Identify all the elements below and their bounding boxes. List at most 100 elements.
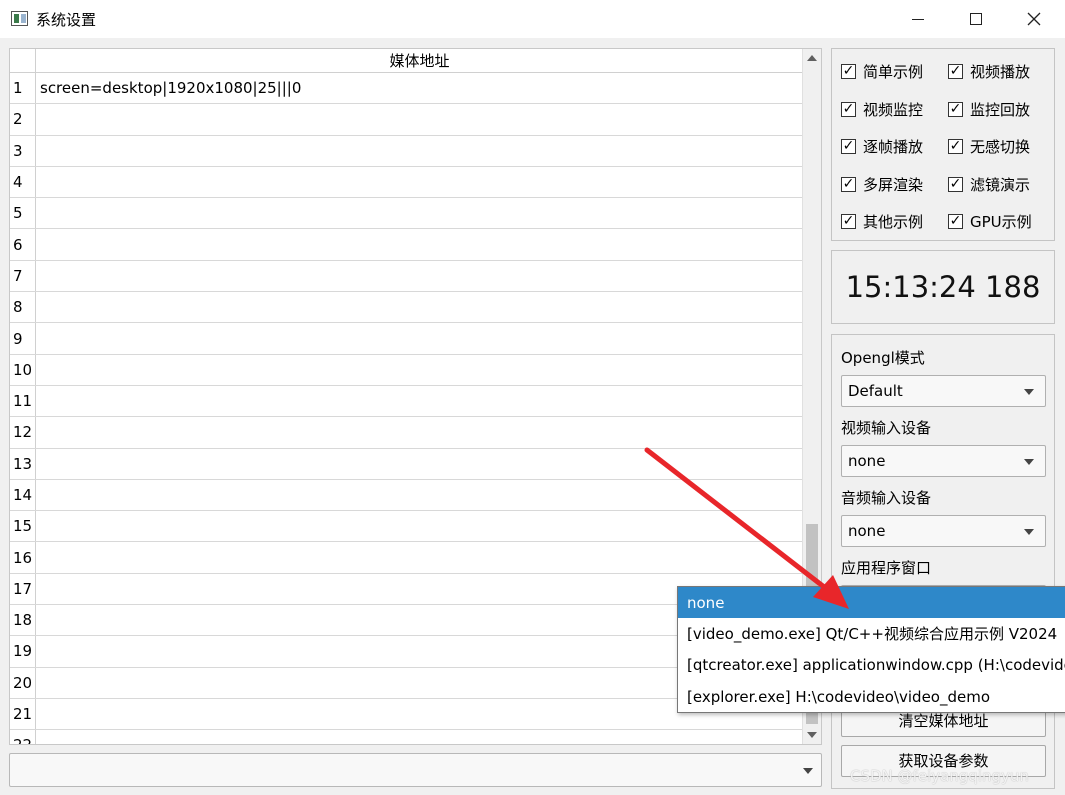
table-row[interactable]: 7 — [10, 260, 803, 293]
dropdown-option[interactable]: none — [678, 587, 1065, 619]
media-url-combo[interactable] — [9, 753, 822, 787]
demo-checkbox[interactable]: ✓ 视频播放 — [948, 61, 1030, 82]
close-button[interactable] — [1005, 0, 1063, 38]
demo-checkbox[interactable]: ✓ 逐帧播放 — [841, 136, 923, 157]
row-number[interactable]: 10 — [10, 354, 36, 385]
row-number[interactable]: 6 — [10, 229, 36, 260]
video-input-select[interactable]: none — [841, 445, 1046, 477]
row-number[interactable]: 11 — [10, 385, 36, 417]
checkbox-check-icon[interactable]: ✓ — [948, 139, 963, 154]
table-cell-media-url[interactable] — [36, 730, 803, 744]
row-number[interactable]: 15 — [10, 511, 36, 542]
window-title: 系统设置 — [36, 11, 97, 29]
table-row[interactable]: 22 — [10, 730, 803, 744]
table-cell-media-url[interactable] — [36, 542, 803, 572]
table-row[interactable]: 2 — [10, 104, 803, 136]
table-row[interactable]: 15 — [10, 511, 803, 543]
demo-checkbox[interactable]: ✓ 监控回放 — [948, 99, 1030, 120]
row-number[interactable]: 7 — [10, 260, 36, 292]
table-row[interactable]: 5 — [10, 198, 803, 230]
table-row[interactable]: 6 — [10, 229, 803, 261]
table-cell-media-url[interactable] — [36, 480, 803, 510]
maximize-icon — [970, 13, 982, 25]
row-number[interactable]: 22 — [10, 730, 36, 744]
table-cell-media-url[interactable] — [36, 449, 803, 479]
table-cell-media-url[interactable] — [36, 104, 803, 134]
table-row[interactable]: 10 — [10, 354, 803, 386]
demo-checkbox[interactable]: ✓ 多屏渲染 — [841, 174, 923, 195]
demo-checkbox[interactable]: ✓ 滤镜演示 — [948, 174, 1030, 195]
table-cell-media-url[interactable] — [36, 167, 803, 197]
device-settings-panel: Opengl模式 Default 视频输入设备 none 音频输入设备 none… — [831, 334, 1055, 789]
row-number[interactable]: 4 — [10, 166, 36, 198]
table-cell-media-url[interactable] — [36, 229, 803, 259]
video-input-label: 视频输入设备 — [841, 419, 932, 437]
checkbox-check-icon[interactable]: ✓ — [841, 139, 856, 154]
table-cell-media-url[interactable] — [36, 136, 803, 166]
table-cell-media-url[interactable] — [36, 511, 803, 541]
row-number[interactable]: 13 — [10, 448, 36, 479]
column-header-media-url[interactable]: 媒体地址 — [36, 49, 803, 72]
audio-input-select[interactable]: none — [841, 515, 1046, 547]
table-row[interactable]: 4 — [10, 166, 803, 199]
demo-checkbox[interactable]: ✓ 简单示例 — [841, 61, 923, 82]
maximize-button[interactable] — [947, 0, 1005, 38]
table-cell-media-url[interactable] — [36, 355, 803, 385]
table-cell-media-url[interactable] — [36, 386, 803, 416]
table-cell-media-url[interactable]: screen=desktop|1920x1080|25|||0 — [36, 73, 803, 103]
table-row[interactable]: 12 — [10, 417, 803, 449]
table-row[interactable]: 13 — [10, 448, 803, 480]
opengl-mode-select[interactable]: Default — [841, 375, 1046, 407]
scroll-down-icon[interactable] — [807, 732, 817, 738]
demo-checkbox[interactable]: ✓ GPU示例 — [948, 211, 1032, 232]
row-number[interactable]: 21 — [10, 698, 36, 730]
row-number[interactable]: 16 — [10, 542, 36, 573]
checkbox-check-icon[interactable]: ✓ — [841, 64, 856, 79]
row-number[interactable]: 17 — [10, 573, 36, 605]
table-row[interactable]: 11 — [10, 385, 803, 418]
app-window-dropdown-list[interactable]: none [video_demo.exe] Qt/C++视频综合应用示例 V202… — [677, 586, 1065, 713]
table-row[interactable]: 1 screen=desktop|1920x1080|25|||0 — [10, 73, 803, 105]
row-number[interactable]: 5 — [10, 198, 36, 229]
table-cell-media-url[interactable] — [36, 323, 803, 353]
table-cell-media-url[interactable] — [36, 261, 803, 291]
checkbox-label: 其他示例 — [863, 213, 924, 231]
row-number[interactable]: 1 — [10, 73, 36, 104]
dropdown-option[interactable]: [explorer.exe] H:\codevideo\video_demo — [678, 681, 1065, 712]
checkbox-check-icon[interactable]: ✓ — [841, 176, 856, 192]
demo-checkbox[interactable]: ✓ 其他示例 — [841, 211, 923, 232]
row-number[interactable]: 9 — [10, 323, 36, 354]
table-cell-media-url[interactable] — [36, 198, 803, 228]
table-cell-media-url[interactable] — [36, 292, 803, 322]
checkbox-check-icon[interactable]: ✓ — [948, 64, 963, 79]
checkbox-check-icon[interactable]: ✓ — [841, 214, 856, 229]
dropdown-option[interactable]: [video_demo.exe] Qt/C++视频综合应用示例 V2024 — [678, 618, 1065, 649]
checkbox-check-icon[interactable]: ✓ — [841, 101, 856, 117]
scroll-up-icon[interactable] — [807, 55, 817, 61]
demo-checkbox[interactable]: ✓ 无感切换 — [948, 136, 1030, 157]
checkbox-label: 逐帧播放 — [863, 138, 924, 156]
row-number[interactable]: 3 — [10, 135, 36, 166]
table-cell-media-url[interactable] — [36, 417, 803, 447]
checkbox-check-icon[interactable]: ✓ — [948, 176, 963, 192]
row-number[interactable]: 19 — [10, 636, 36, 667]
checkbox-check-icon[interactable]: ✓ — [948, 101, 963, 117]
row-number[interactable]: 20 — [10, 667, 36, 698]
opengl-mode-label: Opengl模式 — [841, 349, 925, 367]
table-row[interactable]: 16 — [10, 542, 803, 574]
row-number[interactable]: 14 — [10, 479, 36, 511]
minimize-button[interactable] — [889, 0, 947, 38]
row-number[interactable]: 2 — [10, 104, 36, 135]
dropdown-option[interactable]: [qtcreator.exe] applicationwindow.cpp (H… — [678, 650, 1065, 681]
row-number[interactable]: 18 — [10, 605, 36, 636]
table-row[interactable]: 14 — [10, 479, 803, 512]
row-number[interactable]: 12 — [10, 417, 36, 448]
checkbox-check-icon[interactable]: ✓ — [948, 214, 963, 229]
table-row[interactable]: 8 — [10, 292, 803, 324]
video-input-value: none — [848, 452, 886, 470]
table-row[interactable]: 9 — [10, 323, 803, 355]
row-number[interactable]: 8 — [10, 292, 36, 323]
demo-checkbox[interactable]: ✓ 视频监控 — [841, 99, 923, 120]
chevron-down-icon — [1024, 389, 1034, 395]
table-row[interactable]: 3 — [10, 135, 803, 167]
